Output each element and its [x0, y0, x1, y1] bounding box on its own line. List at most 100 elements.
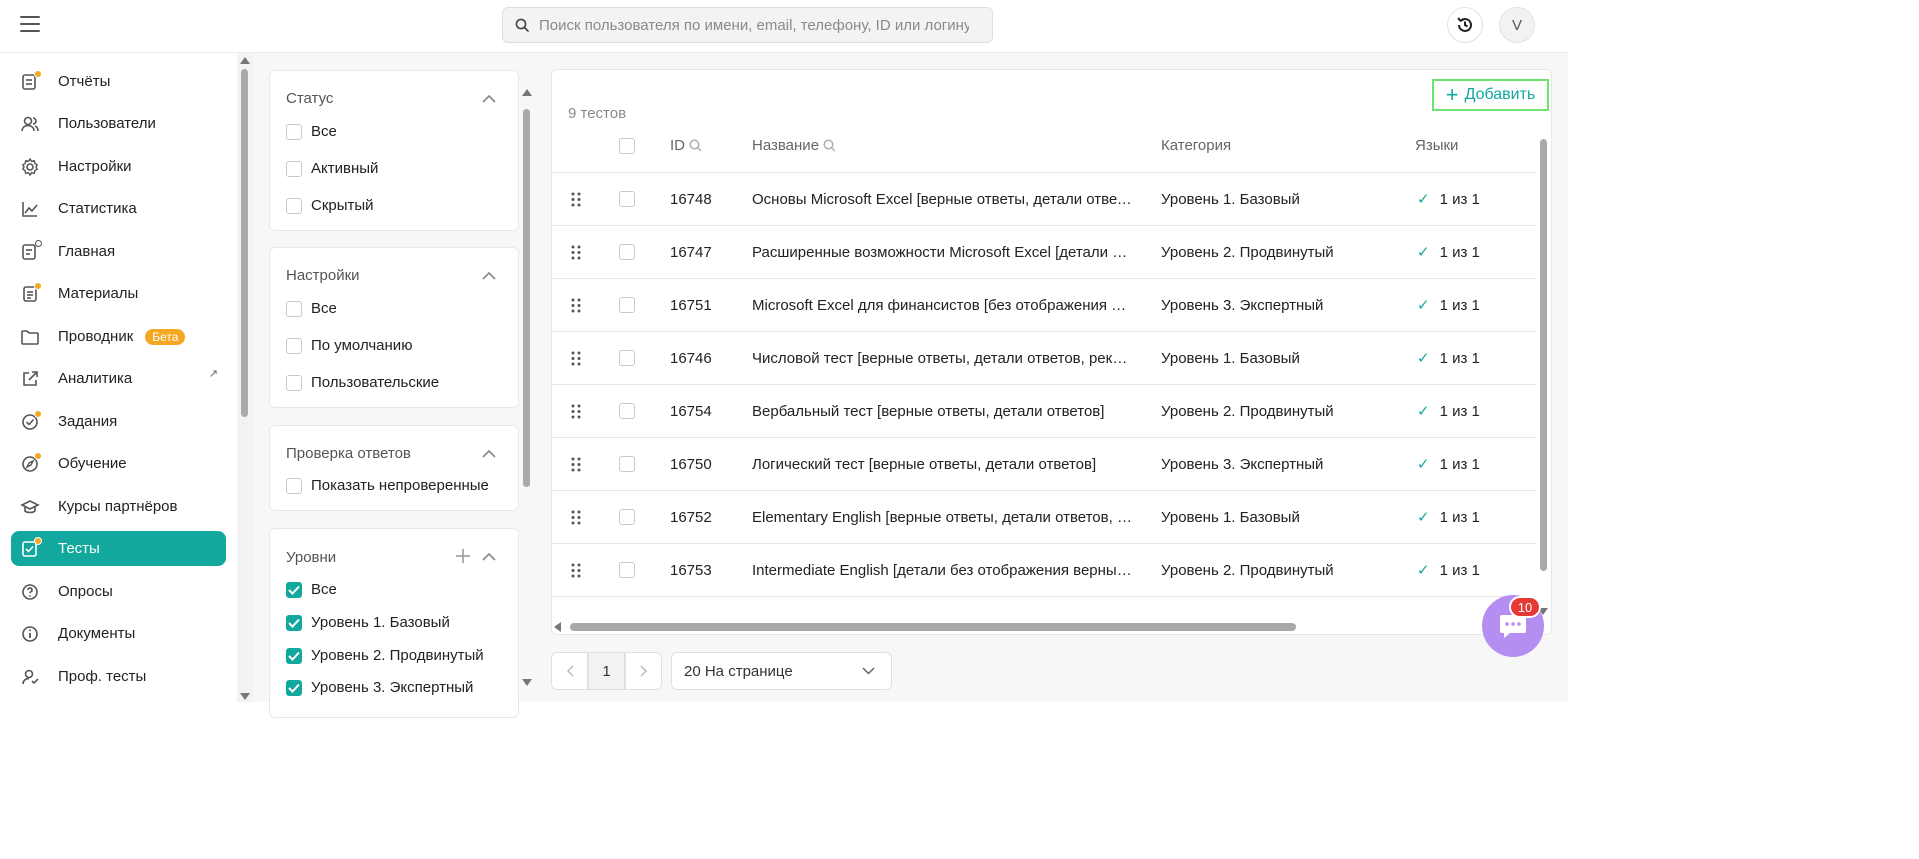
drag-handle-icon[interactable]: [571, 192, 581, 211]
checkbox[interactable]: [286, 300, 302, 317]
test-name[interactable]: Расширенные возможности Microsoft Excel …: [752, 244, 1132, 261]
row-checkbox[interactable]: [619, 562, 635, 578]
table-row[interactable]: 16746 Числовой тест [верные ответы, детал…: [552, 332, 1536, 385]
table-row[interactable]: 16748 Основы Microsoft Excel [верные отве…: [552, 173, 1536, 226]
column-header-name[interactable]: Название: [752, 137, 836, 154]
row-checkbox[interactable]: [619, 350, 635, 366]
test-name[interactable]: Вербальный тест [верные ответы, детали о…: [752, 403, 1132, 420]
table-row[interactable]: 16750 Логический тест [верные ответы, дет…: [552, 438, 1536, 491]
filters-scrollbar[interactable]: [521, 69, 533, 692]
checkbox[interactable]: [286, 160, 302, 177]
row-checkbox[interactable]: [619, 191, 635, 207]
filters-scroll-thumb[interactable]: [523, 109, 530, 487]
drag-handle-icon[interactable]: [571, 245, 581, 264]
table-row[interactable]: 16747 Расширенные возможности Microsoft E…: [552, 226, 1536, 279]
checkbox-checked[interactable]: [286, 614, 302, 631]
sidebar-item-tests[interactable]: Тесты: [11, 531, 226, 566]
sidebar-item-documents[interactable]: Документы: [11, 616, 226, 651]
sidebar-item-explorer[interactable]: Проводник Бета: [11, 319, 226, 354]
page-number[interactable]: 1: [588, 652, 625, 690]
drag-handle-icon[interactable]: [571, 351, 581, 370]
sidebar-item-reports[interactable]: Отчёты: [11, 64, 226, 99]
table-row[interactable]: 16751 Microsoft Excel для финансистов [бе…: [552, 279, 1536, 332]
row-checkbox[interactable]: [619, 297, 635, 313]
test-name[interactable]: Основы Microsoft Excel [верные ответы, д…: [752, 191, 1132, 208]
scroll-left-icon[interactable]: [554, 622, 561, 632]
search-icon[interactable]: [823, 139, 836, 152]
sidebar-item-prof-tests[interactable]: Проф. тесты: [11, 659, 226, 694]
drag-handle-icon[interactable]: [571, 298, 581, 317]
row-checkbox[interactable]: [619, 456, 635, 472]
sidebar-item-tasks[interactable]: Задания: [11, 404, 226, 439]
sidebar-scroll-thumb[interactable]: [241, 69, 248, 417]
checkbox[interactable]: [286, 374, 302, 391]
scroll-up-icon[interactable]: [240, 57, 250, 64]
sidebar-item-materials[interactable]: Материалы: [11, 276, 226, 311]
history-button[interactable]: [1447, 7, 1483, 43]
settings-option-all[interactable]: Все: [286, 300, 337, 317]
plus-icon[interactable]: [456, 549, 470, 563]
sidebar-item-analytics[interactable]: Аналитика ↗: [11, 361, 226, 396]
table-hscroll-thumb[interactable]: [570, 623, 1296, 631]
test-name[interactable]: Elementary English [верные ответы, детал…: [752, 509, 1132, 526]
search-icon[interactable]: [689, 139, 702, 152]
add-button[interactable]: + Добавить: [1432, 79, 1549, 111]
test-name[interactable]: Логический тест [верные ответы, детали о…: [752, 456, 1132, 473]
per-page-select[interactable]: 20 На странице: [671, 652, 892, 690]
avatar[interactable]: V: [1499, 7, 1535, 43]
settings-option-custom[interactable]: Пользовательские: [286, 374, 439, 391]
levels-option-2[interactable]: Уровень 2. Продвинутый: [286, 647, 484, 664]
drag-handle-icon[interactable]: [571, 457, 581, 476]
sidebar-item-home[interactable]: Главная: [11, 234, 226, 269]
table-row[interactable]: 16754 Вербальный тест [верные ответы, дет…: [552, 385, 1536, 438]
test-name[interactable]: Числовой тест [верные ответы, детали отв…: [752, 350, 1132, 367]
next-page-button[interactable]: [625, 652, 662, 690]
checkbox[interactable]: [286, 477, 302, 494]
checkbox-checked[interactable]: [286, 679, 302, 696]
scroll-down-icon[interactable]: [240, 693, 250, 700]
levels-option-1[interactable]: Уровень 1. Базовый: [286, 614, 450, 631]
sidebar-item-surveys[interactable]: Опросы: [11, 574, 226, 609]
scroll-down-icon[interactable]: [522, 679, 532, 686]
search-box[interactable]: [502, 7, 993, 43]
checkbox[interactable]: [619, 138, 635, 154]
status-option-active[interactable]: Активный: [286, 160, 378, 177]
drag-handle-icon[interactable]: [571, 510, 581, 529]
search-input[interactable]: [539, 16, 969, 34]
checkbox[interactable]: [286, 197, 302, 214]
menu-icon[interactable]: [20, 16, 40, 34]
sidebar-scrollbar[interactable]: [237, 53, 253, 702]
table-scroll-thumb[interactable]: [1540, 139, 1547, 571]
status-option-all[interactable]: Все: [286, 123, 337, 140]
chevron-up-icon[interactable]: [482, 552, 496, 561]
checkbox[interactable]: [286, 123, 302, 140]
row-checkbox[interactable]: [619, 244, 635, 260]
table-row[interactable]: 16753 Intermediate English [детали без от…: [552, 544, 1536, 597]
table-vertical-scrollbar[interactable]: [1537, 137, 1551, 617]
select-all-checkbox[interactable]: [619, 138, 635, 154]
status-option-hidden[interactable]: Скрытый: [286, 197, 374, 214]
row-checkbox[interactable]: [619, 509, 635, 525]
chevron-up-icon[interactable]: [482, 449, 496, 458]
prev-page-button[interactable]: [551, 652, 588, 690]
chevron-up-icon[interactable]: [482, 271, 496, 280]
sidebar-item-users[interactable]: Пользователи: [11, 106, 226, 141]
row-checkbox[interactable]: [619, 403, 635, 419]
checkbox[interactable]: [286, 337, 302, 354]
checkbox-checked[interactable]: [286, 581, 302, 598]
test-name[interactable]: Intermediate English [детали без отображ…: [752, 562, 1132, 579]
drag-handle-icon[interactable]: [571, 404, 581, 423]
settings-option-default[interactable]: По умолчанию: [286, 337, 412, 354]
table-row[interactable]: 16752 Elementary English [верные ответы, …: [552, 491, 1536, 544]
scroll-up-icon[interactable]: [522, 89, 532, 96]
column-header-id[interactable]: ID: [670, 137, 702, 154]
sidebar-item-partner-courses[interactable]: Курсы партнёров: [11, 489, 226, 524]
sidebar-item-settings[interactable]: Настройки: [11, 149, 226, 184]
column-header-category[interactable]: Категория: [1161, 137, 1231, 154]
sidebar-item-statistics[interactable]: Статистика: [11, 191, 226, 226]
drag-handle-icon[interactable]: [571, 563, 581, 582]
checkbox-checked[interactable]: [286, 647, 302, 664]
table-horizontal-scrollbar[interactable]: [552, 620, 1536, 634]
review-option-unchecked[interactable]: Показать непроверенные: [286, 477, 489, 494]
test-name[interactable]: Microsoft Excel для финансистов [без ото…: [752, 297, 1132, 314]
